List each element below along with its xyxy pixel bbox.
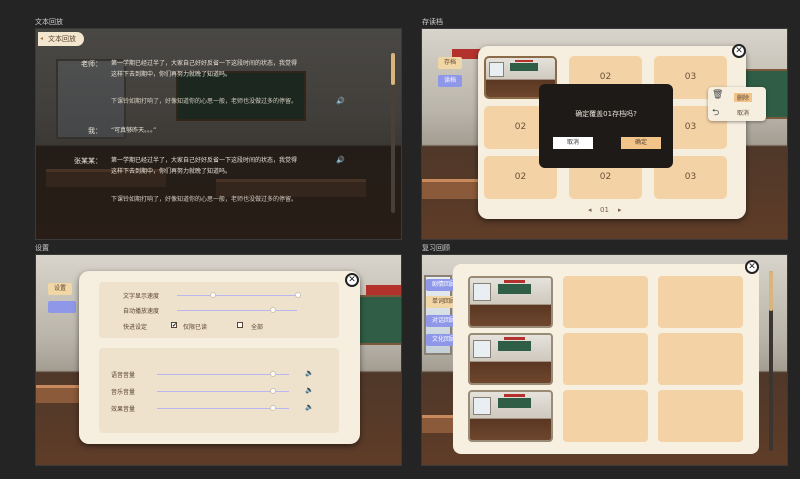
- review-cell[interactable]: [563, 333, 648, 385]
- review-thumbnail[interactable]: [468, 276, 553, 328]
- review-cell[interactable]: [658, 276, 743, 328]
- review-cell[interactable]: [658, 333, 743, 385]
- review-cell[interactable]: [563, 390, 648, 442]
- review-thumbnail[interactable]: [468, 333, 553, 385]
- settings-screen: 设置 文字显示速度 自动播放速度 快进设定 ✔ 仅限已读 全部 语音音量 🔈 音…: [35, 254, 402, 466]
- speaker-icon[interactable]: 🔈: [305, 369, 314, 377]
- history-line: 第一学期已经过半了，大家自己好好反省一下这段时间的状态，我觉得: [111, 157, 298, 164]
- history-speaker: 我：: [88, 127, 102, 135]
- settings-popup: 文字显示速度 自动播放速度 快进设定 ✔ 仅限已读 全部 语音音量 🔈 音乐音量…: [79, 271, 360, 444]
- cancel-menu-item[interactable]: 取消: [737, 108, 749, 117]
- skip-setting-label: 快进设定: [123, 324, 148, 331]
- history-speaker: 张某某：: [74, 157, 102, 165]
- tab-load[interactable]: 读档: [438, 75, 463, 87]
- delete-menu-item[interactable]: 删除: [734, 93, 753, 102]
- panel-caption-history: 文本回放: [35, 18, 63, 26]
- voice-replay-icon[interactable]: 🔊: [336, 97, 345, 105]
- tab-save[interactable]: 存档: [438, 57, 463, 69]
- voice-volume-label: 语音音量: [111, 372, 136, 379]
- voice-replay-icon[interactable]: 🔊: [336, 156, 345, 164]
- review-cell[interactable]: [658, 390, 743, 442]
- playback-group: 文字显示速度 自动播放速度 快进设定 ✔ 仅限已读 全部: [99, 282, 339, 338]
- history-screen: 文本回放 老师： 第一学期已经过半了，大家自己好好反省一下这段时间的状态，我觉得…: [35, 28, 402, 240]
- cancel-button[interactable]: 取消: [553, 137, 593, 149]
- history-line: 第一学期已经过半了，大家自己好好反省一下这段时间的状态，我觉得: [111, 60, 298, 67]
- confirm-message: 确定覆盖01存档吗?: [575, 110, 637, 118]
- tab-settings[interactable]: 设置: [48, 283, 73, 295]
- undo-icon: ⮌: [712, 108, 720, 118]
- history-back-tab[interactable]: 文本回放: [38, 32, 84, 46]
- panel-caption-saves: 存读档: [422, 18, 443, 26]
- speaker-icon[interactable]: 🔈: [305, 403, 314, 411]
- speaker-icon[interactable]: 🔈: [305, 386, 314, 394]
- history-line: 下课铃如期打响了，好像知道你的心思一般，老师也没做过多的停留。: [111, 196, 298, 203]
- confirm-dialog: 确定覆盖01存档吗? 取消 确定: [539, 84, 673, 168]
- review-thumbnail[interactable]: [468, 390, 553, 442]
- trash-icon: 🗑: [712, 90, 724, 100]
- review-scroll-thumb[interactable]: [769, 271, 773, 311]
- music-volume-knob[interactable]: [270, 388, 277, 394]
- panel-caption-review: 复习回顾: [422, 244, 450, 252]
- effects-volume-knob[interactable]: [270, 405, 277, 411]
- review-screen: 剧情回顾 单词回顾 对话回顾 文化回顾 ✕: [421, 254, 788, 466]
- auto-speed-slider[interactable]: [177, 310, 297, 311]
- skip-all-label: 全部: [251, 324, 264, 331]
- music-volume-label: 音乐音量: [111, 389, 136, 396]
- history-scroll-thumb[interactable]: [391, 53, 395, 85]
- skip-all-checkbox[interactable]: [237, 322, 243, 328]
- text-speed-knob[interactable]: [210, 292, 216, 298]
- skip-read-only-checkbox[interactable]: ✔: [171, 322, 177, 329]
- close-icon[interactable]: ✕: [345, 273, 359, 287]
- volume-group: 语音音量 🔈 音乐音量 🔈 效果音量 🔈: [99, 348, 339, 433]
- pager-prev[interactable]: ◂: [588, 206, 592, 214]
- pager-page-number: 01: [600, 206, 609, 214]
- saves-screen: 存档 读档 02 03 02 02 03 02 02 03 ◂ 01 ▸ ✕ 确…: [421, 28, 788, 240]
- voice-volume-knob[interactable]: [270, 371, 277, 377]
- history-line: 这样下去到期中，你们再努力就晚了知道吗。: [111, 71, 232, 78]
- text-speed-slider[interactable]: [177, 295, 297, 296]
- text-speed-label: 文字显示速度: [123, 293, 160, 300]
- history-tab-label: 文本回放: [48, 35, 76, 43]
- history-line: 这样下去到期中，你们再努力就晚了知道吗。: [111, 168, 232, 175]
- review-scrollbar[interactable]: [769, 271, 773, 451]
- skip-read-only-label: 仅限已读: [183, 324, 208, 331]
- history-line: 下课铃如期打响了，好像知道你的心思一般，老师也没做过多的停留。: [111, 98, 298, 105]
- effects-volume-label: 效果音量: [111, 406, 136, 413]
- review-cell[interactable]: [563, 276, 648, 328]
- review-popup: ✕: [453, 260, 759, 454]
- history-line: “可真够昨天。。。”: [111, 127, 157, 134]
- close-icon[interactable]: ✕: [732, 44, 746, 58]
- auto-speed-label: 自动播放速度: [123, 308, 160, 315]
- text-speed-end-knob: [295, 292, 301, 298]
- history-speaker: 老师：: [81, 60, 102, 68]
- pager-next[interactable]: ▸: [618, 206, 622, 214]
- classroom-banner: [366, 285, 401, 295]
- tab-settings-secondary[interactable]: [48, 301, 76, 313]
- slot-context-menu: 🗑 删除 ⮌ 取消: [708, 87, 766, 121]
- confirm-button[interactable]: 确定: [621, 137, 661, 149]
- close-icon[interactable]: ✕: [745, 260, 759, 274]
- panel-caption-settings: 设置: [35, 244, 49, 252]
- history-scrollbar[interactable]: [391, 53, 395, 213]
- auto-speed-knob[interactable]: [270, 307, 276, 313]
